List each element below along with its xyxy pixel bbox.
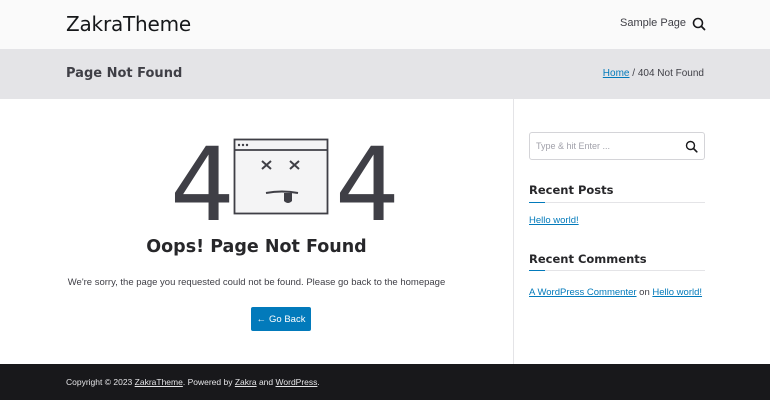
footer-theme-link[interactable]: Zakra [235,377,257,387]
site-title[interactable]: ZakraTheme [66,12,191,36]
comment-post-link[interactable]: Hello world! [652,287,702,298]
error-content: 4 4 Oops! Page Not Found We're sorry, th… [0,99,513,364]
breadcrumb-current: 404 Not Found [637,68,704,79]
page-title-band: Page Not Found Home / 404 Not Found [0,49,770,99]
copyright-text: Copyright © 2023 [66,377,133,387]
footer-end-text: . [317,377,320,387]
recent-post-link[interactable]: Hello world! [529,215,579,226]
site-footer: Copyright © 2023 ZakraTheme. Powered by … [0,364,770,400]
page-title: Page Not Found [66,66,183,81]
go-back-button[interactable]: ← Go Back [251,307,311,331]
breadcrumb-separator: / [632,68,636,79]
footer-site-link[interactable]: ZakraTheme [135,377,183,387]
search-icon[interactable] [691,16,707,32]
breadcrumb: Home / 404 Not Found [603,68,704,79]
dead-browser-illustration [233,138,329,215]
error-digit-right: 4 [335,126,400,245]
recent-comments-title: Recent Comments [529,252,647,266]
error-digit-left: 4 [170,126,235,245]
go-back-label: Go Back [269,313,306,325]
recent-comments-divider [529,270,705,271]
sidebar-search-input[interactable] [536,139,676,153]
comment-on-text: on [639,287,650,298]
arrow-left-icon: ← [256,313,267,325]
and-text: and [258,377,274,387]
comment-author-link[interactable]: A WordPress Commenter [529,287,637,298]
recent-comment-item: A WordPress Commenter on Hello world! [529,287,702,298]
powered-by-text: . Powered by [182,377,233,387]
content-sidebar-divider [513,99,514,364]
footer-copyright: Copyright © 2023 ZakraTheme. Powered by … [66,377,320,387]
sidebar-search-form [529,132,705,160]
error-message: We're sorry, the page you requested coul… [67,277,446,288]
nav-item-sample-page[interactable]: Sample Page [620,17,686,29]
error-heading: Oops! Page Not Found [146,237,367,257]
recent-posts-divider [529,202,705,203]
footer-wordpress-link[interactable]: WordPress [276,377,318,387]
search-icon[interactable] [685,140,698,153]
site-header: ZakraTheme Sample Page [0,0,770,49]
breadcrumb-home-link[interactable]: Home [603,68,630,79]
recent-posts-title: Recent Posts [529,183,614,197]
